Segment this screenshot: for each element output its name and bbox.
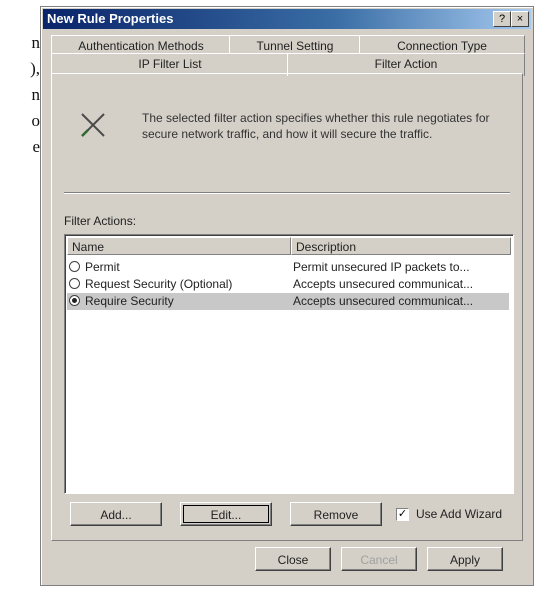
- column-header-name[interactable]: Name: [67, 237, 291, 255]
- use-add-wizard-label: Use Add Wizard: [416, 507, 503, 521]
- filter-action-desc: Permit unsecured IP packets to...: [293, 260, 470, 274]
- window-title: New Rule Properties: [47, 11, 174, 26]
- remove-button[interactable]: Remove: [290, 502, 382, 526]
- add-button[interactable]: Add...: [70, 502, 162, 526]
- filter-action-panel: The selected filter action specifies whe…: [51, 73, 523, 541]
- fragment-line: o: [31, 111, 41, 130]
- filter-action-name: Permit: [85, 260, 120, 274]
- radio-request-security[interactable]: [69, 278, 80, 289]
- divider: [64, 192, 510, 194]
- fragment-line: ),: [30, 59, 40, 78]
- filter-action-icon: [81, 113, 105, 137]
- list-item[interactable]: Request Security (Optional) Accepts unse…: [67, 276, 509, 293]
- apply-button[interactable]: Apply: [427, 547, 503, 571]
- list-item[interactable]: Permit Permit unsecured IP packets to...: [67, 259, 509, 276]
- filter-action-desc: Accepts unsecured communicat...: [293, 294, 474, 308]
- close-window-button[interactable]: ×: [511, 11, 529, 27]
- cancel-button[interactable]: Cancel: [341, 547, 417, 571]
- filter-action-name: Require Security: [85, 294, 174, 308]
- filter-action-desc: Accepts unsecured communicat...: [293, 277, 474, 291]
- help-button[interactable]: ?: [493, 11, 511, 27]
- edit-button[interactable]: Edit...: [180, 502, 272, 526]
- rule-properties-dialog: New Rule Properties ? × Authentication M…: [40, 6, 534, 586]
- radio-permit[interactable]: [69, 261, 80, 272]
- fragment-line: n: [31, 33, 41, 52]
- filter-actions-list[interactable]: Name Description Permit Permit unsecured…: [64, 234, 514, 494]
- title-bar: New Rule Properties ? ×: [43, 9, 531, 29]
- filter-action-name: Request Security (Optional): [85, 277, 233, 291]
- fragment-line: n: [31, 85, 41, 104]
- tab-ip-filter-list[interactable]: IP Filter List: [51, 53, 289, 74]
- radio-require-security[interactable]: [69, 295, 80, 306]
- column-header-description[interactable]: Description: [291, 237, 511, 255]
- filter-action-description: The selected filter action specifies whe…: [142, 111, 490, 141]
- close-button[interactable]: Close: [255, 547, 331, 571]
- fragment-line: e: [32, 137, 40, 156]
- filter-actions-label: Filter Actions:: [64, 214, 137, 228]
- use-add-wizard-checkbox[interactable]: ✓: [396, 508, 409, 521]
- list-item[interactable]: Require Security Accepts unsecured commu…: [67, 293, 509, 310]
- tab-row-back: Authentication Methods Tunnel Setting Co…: [51, 35, 525, 56]
- left-text-fragment: n ), n o e: [0, 0, 40, 598]
- tab-row-front: IP Filter List Filter Action: [51, 53, 525, 76]
